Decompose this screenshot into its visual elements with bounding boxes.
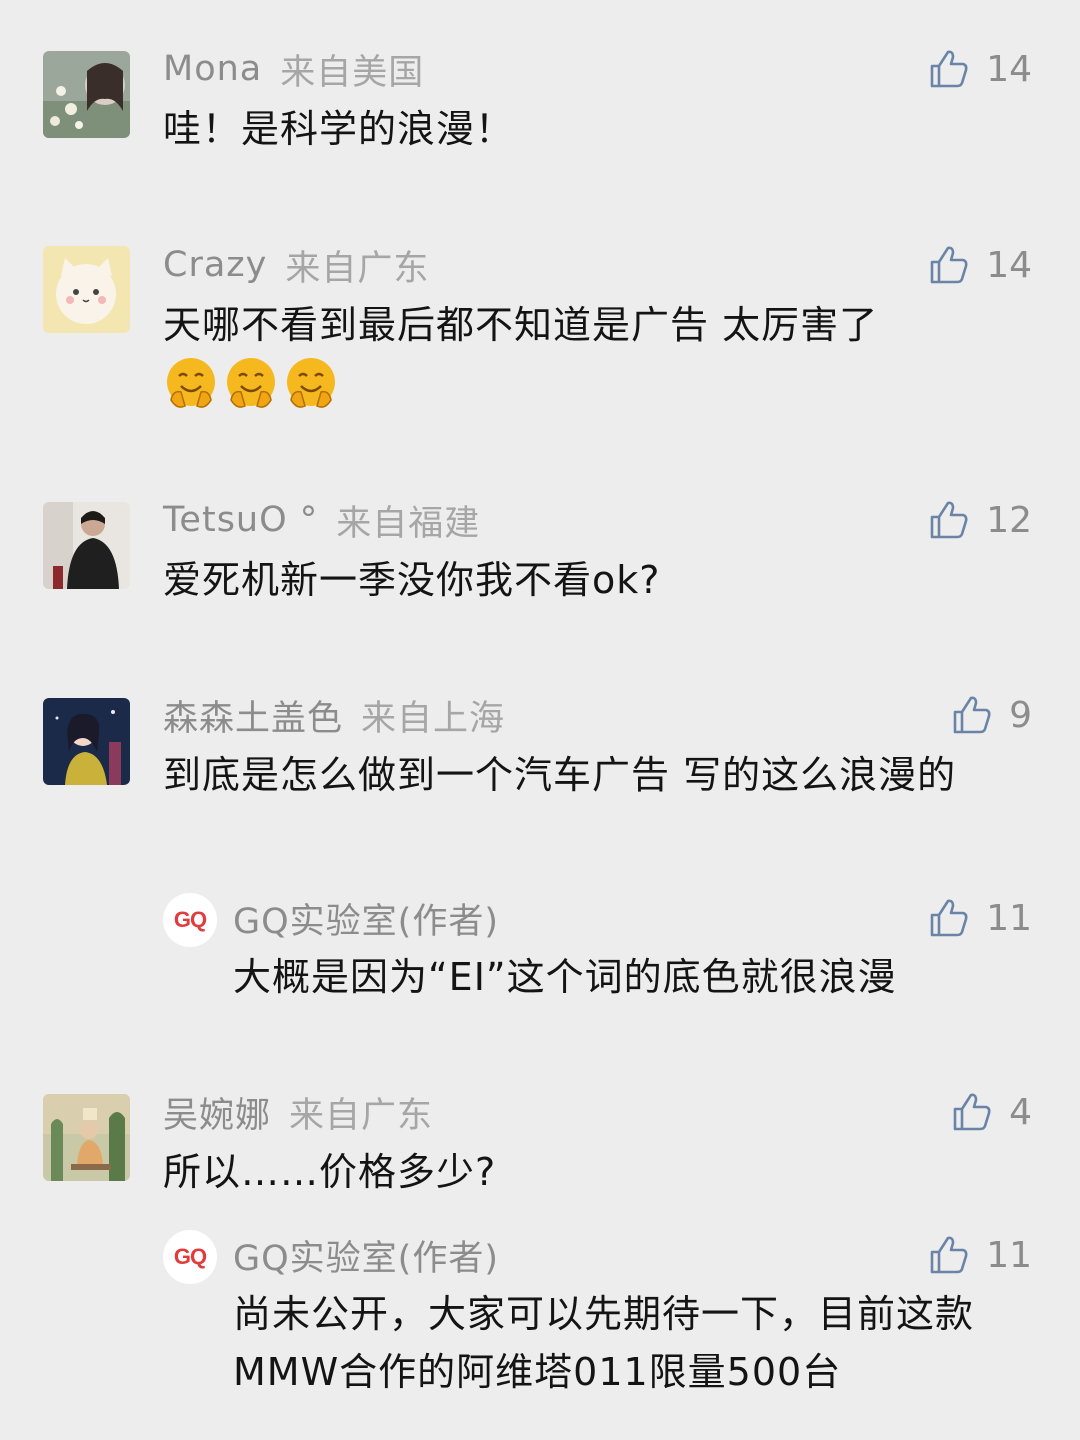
user-avatar[interactable] xyxy=(43,246,130,333)
like-button[interactable]: 14 xyxy=(928,47,1032,91)
user-avatar[interactable] xyxy=(43,502,130,589)
thumbs-up-icon xyxy=(930,899,968,937)
like-button[interactable]: 9 xyxy=(951,693,1032,737)
location-label: 来自广东 xyxy=(289,1095,434,1136)
username[interactable]: TetsuO ° xyxy=(163,500,318,540)
cat-avatar-icon xyxy=(43,246,130,333)
location-label: 来自上海 xyxy=(361,698,506,739)
comment-text: 爱死机新一季没你我不看ok? xyxy=(163,558,661,602)
author-name[interactable]: GQ实验室(作者) xyxy=(233,893,499,944)
thumbs-up-icon xyxy=(953,1093,991,1131)
like-button[interactable]: 12 xyxy=(928,498,1032,542)
user-avatar[interactable] xyxy=(43,51,130,138)
location-label: 来自广东 xyxy=(285,248,430,289)
comment-meta: 吴婉娜 来自广东 xyxy=(163,1090,433,1136)
comment-meta: Crazy 来自广东 xyxy=(163,243,429,289)
like-count: 11 xyxy=(986,1234,1032,1276)
hug-emoji-icon xyxy=(287,358,335,408)
reply-meta: GQ实验室(作者) xyxy=(233,1233,499,1279)
girl-flowers-avatar-icon xyxy=(43,51,130,138)
like-count: 4 xyxy=(1009,1091,1032,1133)
like-count: 14 xyxy=(986,48,1032,90)
user-avatar[interactable] xyxy=(43,1094,130,1181)
comment-text: 哇！是科学的浪漫！ xyxy=(163,107,515,151)
comment-text: 到底是怎么做到一个汽车广告 写的这么浪漫的 xyxy=(163,753,957,797)
anime-girl-avatar-icon xyxy=(43,698,130,785)
author-avatar[interactable]: GQ xyxy=(163,893,217,947)
like-count: 9 xyxy=(1009,694,1032,736)
thumbs-up-icon xyxy=(930,1236,968,1274)
illustrated-room-avatar-icon xyxy=(43,1094,130,1181)
location-label: 来自美国 xyxy=(280,52,425,93)
author-name[interactable]: GQ实验室(作者) xyxy=(233,1230,499,1281)
like-count: 11 xyxy=(986,897,1032,939)
reply-text: 大概是因为“EI”这个词的底色就很浪漫 xyxy=(233,955,897,999)
like-button[interactable]: 11 xyxy=(928,1233,1032,1277)
user-avatar[interactable] xyxy=(43,698,130,785)
username[interactable]: 森森土盖色 xyxy=(163,690,343,741)
like-button[interactable]: 14 xyxy=(928,243,1032,287)
author-avatar[interactable]: GQ xyxy=(163,1230,217,1284)
comment-meta: Mona 来自美国 xyxy=(163,47,424,93)
comment-meta: TetsuO ° 来自福建 xyxy=(163,498,480,544)
hug-emoji-icon xyxy=(167,358,215,408)
hug-emoji-icon xyxy=(227,358,275,408)
comment-text: 天哪不看到最后都不知道是广告 太厉害了 xyxy=(163,303,879,347)
location-label: 来自福建 xyxy=(336,503,481,544)
comment-meta: 森森土盖色 来自上海 xyxy=(163,693,505,739)
like-count: 14 xyxy=(986,244,1032,286)
comment-text: 所以……价格多少? xyxy=(163,1150,497,1194)
like-count: 12 xyxy=(986,499,1032,541)
like-button[interactable]: 4 xyxy=(951,1090,1032,1134)
username[interactable]: Crazy xyxy=(163,245,267,285)
thumbs-up-icon xyxy=(953,696,991,734)
username[interactable]: Mona xyxy=(163,49,262,89)
thumbs-up-icon xyxy=(930,246,968,284)
username[interactable]: 吴婉娜 xyxy=(163,1087,271,1138)
reply-text: 尚未公开，大家可以先期待一下，目前这款MMW合作的阿维塔011限量500台 xyxy=(233,1292,975,1394)
reply-meta: GQ实验室(作者) xyxy=(233,896,499,942)
person-dark-avatar-icon xyxy=(43,502,130,589)
gq-logo: GQ xyxy=(173,907,207,932)
emoji-row xyxy=(163,356,339,412)
thumbs-up-icon xyxy=(930,501,968,539)
like-button[interactable]: 11 xyxy=(928,896,1032,940)
thumbs-up-icon xyxy=(930,50,968,88)
gq-logo: GQ xyxy=(173,1244,207,1269)
